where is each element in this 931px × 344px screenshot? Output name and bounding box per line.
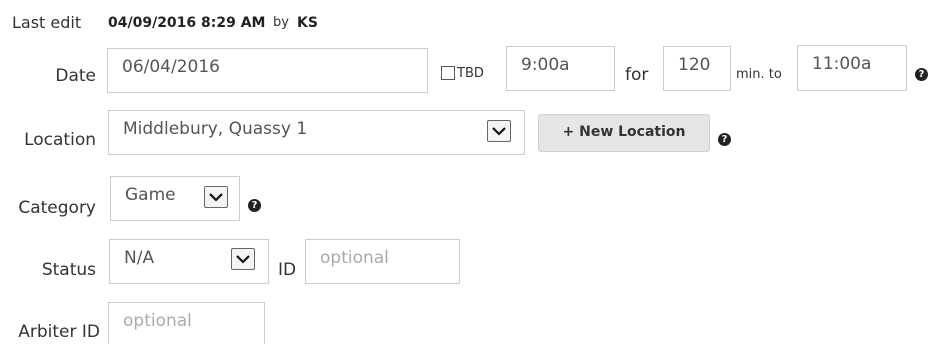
date-label: Date xyxy=(55,66,96,86)
arbiter-id-input[interactable]: optional xyxy=(108,302,265,344)
last-edit-by: by xyxy=(273,15,289,30)
chevron-down-icon[interactable] xyxy=(231,248,255,270)
for-label: for xyxy=(625,65,649,85)
date-help-icon[interactable]: ? xyxy=(915,68,928,81)
status-label: Status xyxy=(41,260,96,280)
location-select[interactable]: Middlebury, Quassy 1 xyxy=(108,110,525,155)
chevron-down-icon[interactable] xyxy=(487,120,511,142)
arbiter-id-label: Arbiter ID xyxy=(18,322,100,342)
last-edit-datetime: 04/09/2016 8:29 AM xyxy=(108,15,266,31)
duration-input[interactable]: 120 xyxy=(663,46,731,91)
tbd-label: TBD xyxy=(457,66,484,81)
category-label: Category xyxy=(18,198,96,218)
category-help-icon[interactable]: ? xyxy=(248,199,261,212)
last-edit-user: KS xyxy=(297,15,318,31)
location-help-icon[interactable]: ? xyxy=(718,133,731,146)
end-time-input[interactable]: 11:00a xyxy=(797,45,907,91)
min-to-label: min. to xyxy=(736,67,782,82)
date-input[interactable]: 06/04/2016 xyxy=(107,48,428,93)
tbd-checkbox[interactable] xyxy=(441,66,455,80)
id-input[interactable]: optional xyxy=(305,239,460,284)
new-location-button[interactable]: + New Location xyxy=(538,114,710,152)
chevron-down-icon[interactable] xyxy=(204,186,228,208)
location-label: Location xyxy=(24,130,96,150)
id-label: ID xyxy=(278,260,297,280)
last-edit-label: Last edit xyxy=(12,13,82,32)
start-time-input[interactable]: 9:00a xyxy=(506,46,615,91)
